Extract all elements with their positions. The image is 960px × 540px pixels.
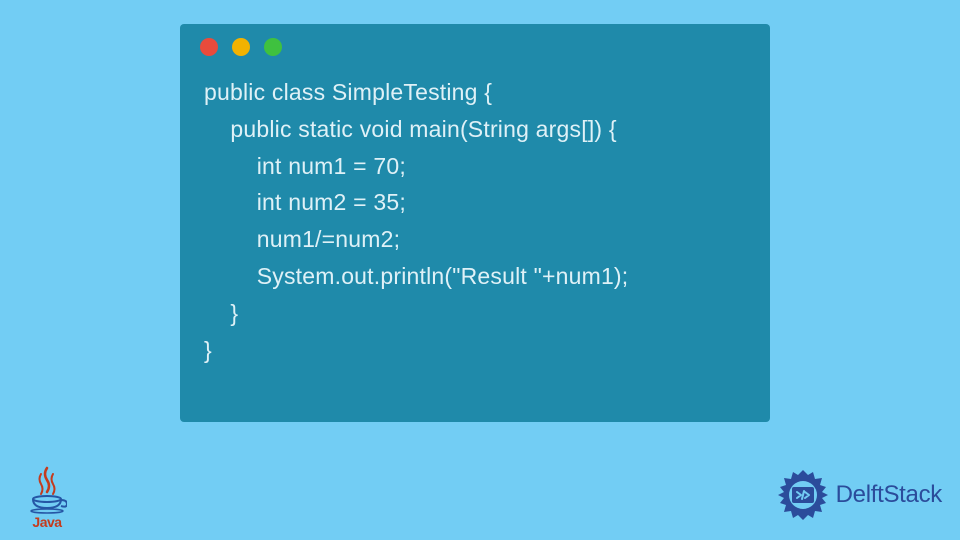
code-block: public class SimpleTesting { public stat… bbox=[180, 66, 770, 388]
java-cup-icon bbox=[27, 466, 67, 514]
maximize-dot-icon bbox=[264, 38, 282, 56]
delftstack-label: DelftStack bbox=[836, 481, 942, 509]
code-window: public class SimpleTesting { public stat… bbox=[180, 24, 770, 422]
java-logo: Java bbox=[22, 466, 72, 530]
delftstack-gear-icon bbox=[776, 468, 830, 522]
minimize-dot-icon bbox=[232, 38, 250, 56]
close-dot-icon bbox=[200, 38, 218, 56]
window-titlebar bbox=[180, 24, 770, 66]
delftstack-logo: DelftStack bbox=[776, 468, 942, 522]
java-label: Java bbox=[22, 514, 72, 530]
